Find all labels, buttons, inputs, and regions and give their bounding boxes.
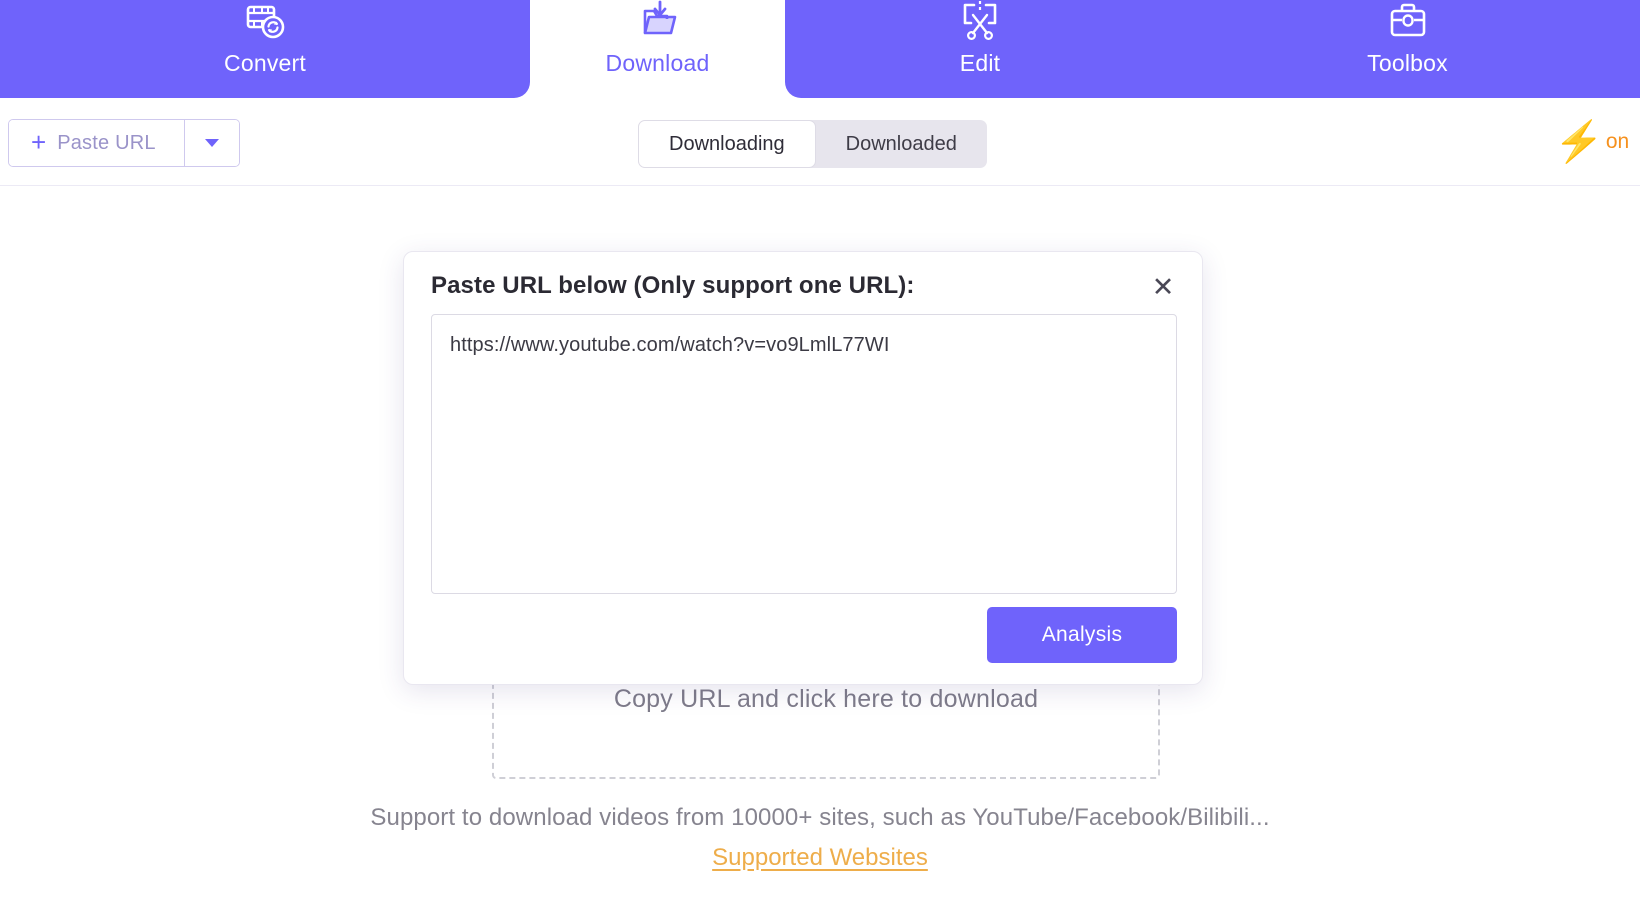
nav-tab-convert-label: Convert (224, 50, 306, 76)
paste-url-button[interactable]: + Paste URL (9, 120, 184, 166)
supported-websites-link-wrap: Supported Websites (0, 844, 1640, 872)
nav-tab-download-label: Download (605, 50, 710, 76)
turbo-mode-widget[interactable]: ⚡ on (1560, 114, 1640, 170)
paste-url-dialog: Paste URL below (Only support one URL): … (403, 251, 1203, 685)
sub-toolbar: + Paste URL Downloading Downloaded ⚡ on (0, 98, 1640, 186)
turbo-mode-label: on (1605, 130, 1630, 153)
video-convert-icon (242, 0, 288, 48)
url-input[interactable] (431, 314, 1177, 594)
nav-tab-convert[interactable]: Convert (0, 0, 530, 98)
nav-tab-toolbox-label: Toolbox (1367, 50, 1448, 76)
dropzone-label: Copy URL and click here to download (613, 684, 1039, 713)
dialog-title: Paste URL below (Only support one URL): (431, 272, 915, 299)
plus-icon: + (31, 127, 47, 157)
nav-tab-download[interactable]: Download (530, 0, 785, 98)
toolbox-icon (1385, 0, 1431, 48)
chevron-down-icon (204, 139, 219, 147)
tab-downloaded[interactable]: Downloaded (816, 120, 987, 168)
close-icon[interactable]: ✕ (1144, 268, 1182, 306)
supported-websites-link[interactable]: Supported Websites (712, 844, 928, 871)
scissors-crop-icon (957, 0, 1003, 48)
supported-sites-text: Support to download videos from 10000+ s… (370, 804, 1270, 831)
analysis-button[interactable]: Analysis (987, 607, 1177, 663)
nav-tab-toolbox[interactable]: Toolbox (1175, 0, 1640, 98)
app-window: Convert Download Edit Toolbox + Paste UR… (0, 0, 1640, 924)
lightning-bolt-icon: ⚡ (1560, 120, 1604, 164)
nav-tab-edit[interactable]: Edit (785, 0, 1175, 98)
tab-downloading[interactable]: Downloading (638, 120, 816, 168)
download-status-segmented-control: Downloading Downloaded (638, 120, 987, 168)
main-navigation-bar: Convert Download Edit Toolbox (0, 0, 1640, 98)
paste-url-button-label: Paste URL (57, 131, 156, 154)
paste-url-dropdown-button[interactable] (183, 120, 239, 166)
nav-tab-edit-label: Edit (959, 50, 1001, 76)
folder-download-icon (635, 0, 681, 48)
paste-url-group: + Paste URL (8, 119, 240, 167)
